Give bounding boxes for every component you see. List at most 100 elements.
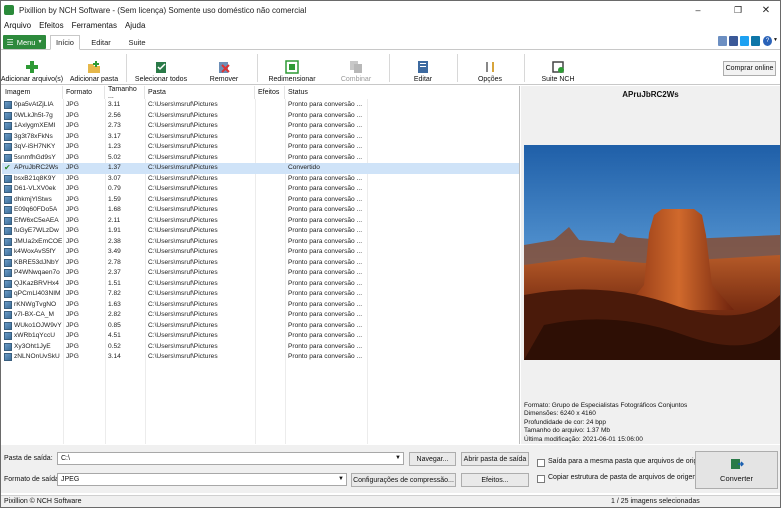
table-row[interactable]: v7l-BX-CA_M JPG 2.82 C:\Users\msruf\Picture… [2, 310, 519, 321]
edit-button[interactable]: Editar [406, 52, 440, 84]
table-row[interactable]: fuGyE7WLzDw JPG 1.91 C:\Users\msruf\Picture… [2, 226, 519, 237]
cell-size: 3.17 [108, 132, 121, 140]
close-button[interactable]: ✕ [751, 1, 780, 19]
menu-arquivo[interactable]: Arquivo [4, 21, 31, 30]
table-row[interactable]: xWRb1qYccU JPG 4.51 C:\Users\msruf\Pictures… [2, 331, 519, 342]
table-row[interactable]: 3qV-iSH7NKY JPG 1.23 C:\Users\msruf\Picture… [2, 142, 519, 153]
table-row[interactable]: ✔ APruJbRC2Ws JPG 1.37 C:\Users\msruf\Pictur… [2, 163, 519, 174]
output-folder-input[interactable]: C:\ ▼ [57, 452, 404, 465]
image-file-icon [4, 279, 12, 288]
table-row[interactable]: rKNWgTvgNO JPG 1.63 C:\Users\msruf\Pictures… [2, 300, 519, 311]
table-row[interactable]: P4WNwqaen7o JPG 2.37 C:\Users\msruf\Picture… [2, 268, 519, 279]
table-row[interactable]: JMUa2xEmCOE JPG 2.38 C:\Users\msruf\Picture… [2, 237, 519, 248]
table-row[interactable]: EfW6xC5eAEA JPG 2.11 C:\Users\msruf\Picture… [2, 216, 519, 227]
table-row[interactable]: 0WLkJh5t-7g JPG 2.56 C:\Users\msruf\Picture… [2, 111, 519, 122]
toolbar: Adicionar arquivo(s) Adicionar pasta Sel… [1, 50, 780, 85]
window-title: Pixillion by NCH Software - (Sem licença… [19, 5, 307, 15]
info-last-modified: Última modificação: 2021-06-01 15:06:00 [524, 435, 643, 443]
same-folder-checkbox[interactable] [537, 459, 545, 467]
cell-format: JPG [66, 216, 79, 224]
menu-efeitos[interactable]: Efeitos [39, 21, 63, 30]
cell-name: qPCmLl403NIM [14, 290, 61, 297]
cell-folder: C:\Users\msruf\Pictures [148, 216, 218, 224]
cell-size: 0.79 [108, 185, 121, 192]
cell-status: Pronto para conversão ... [288, 237, 363, 245]
convert-button[interactable]: Converter [695, 451, 778, 489]
cell-folder: C:\Users\msruf\Pictures [148, 174, 218, 182]
column-header-effects[interactable]: Efeitos [255, 86, 285, 99]
table-row[interactable]: 5snmfhGd9sY JPG 5.02 C:\Users\msruf\Picture… [2, 153, 519, 164]
cell-name: 1AxlygmXEMI [14, 122, 56, 129]
like-icon[interactable] [718, 36, 727, 46]
cell-name: D61-VLXV0ek [14, 185, 56, 192]
table-row[interactable]: KBRE53dJNbY JPG 2.78 C:\Users\msruf\Picture… [2, 258, 519, 269]
twitter-icon[interactable] [740, 36, 749, 46]
linkedin-icon[interactable] [751, 36, 760, 46]
combine-icon [349, 60, 363, 74]
column-header-folder[interactable]: Pasta [145, 86, 255, 99]
open-output-folder-button[interactable]: Abrir pasta de saída [461, 452, 529, 466]
column-header-size[interactable]: Tamanho ... [105, 86, 145, 100]
cell-format: JPG [66, 321, 79, 329]
table-row[interactable]: k4WoxAvS5fY JPG 3.49 C:\Users\msruf\Picture… [2, 247, 519, 258]
suite-icon [551, 60, 565, 74]
cell-status: Pronto para conversão ... [288, 227, 363, 234]
menu-bar: Arquivo Efeitos Ferramentas Ajuda [1, 19, 780, 32]
cell-status: Pronto para conversão ... [288, 122, 363, 129]
chevron-down-icon[interactable]: ▼ [773, 37, 778, 43]
column-header-image[interactable]: Imagem [2, 86, 63, 99]
options-label: Opções [477, 76, 503, 83]
options-button[interactable]: Opções [473, 52, 507, 84]
menu-ferramentas[interactable]: Ferramentas [72, 21, 117, 30]
tab-suite[interactable]: Suite [122, 35, 152, 50]
effects-button[interactable]: Efeitos... [461, 473, 529, 487]
chevron-down-icon: ▼ [338, 476, 344, 482]
remove-button[interactable]: Remover [206, 52, 242, 84]
folder-add-icon [87, 60, 101, 74]
tab-editar[interactable]: Editar [86, 35, 116, 50]
chevron-down-icon[interactable]: ▼ [395, 455, 401, 461]
add-file-button[interactable]: Adicionar arquivo(s) [1, 52, 63, 84]
table-row[interactable]: 1AxlygmXEMI JPG 2.73 C:\Users\msruf\Picture… [2, 121, 519, 132]
column-header-status[interactable]: Status [285, 86, 519, 99]
cell-folder: C:\Users\msruf\Pictures [148, 101, 218, 108]
cell-format: JPG [66, 237, 79, 245]
table-row[interactable]: qPCmLl403NIM JPG 7.82 C:\Users\msruf\Pictur… [2, 289, 519, 300]
column-header-format[interactable]: Formato [63, 86, 105, 99]
browse-button[interactable]: Navegar... [409, 452, 456, 466]
table-row[interactable]: 0pa5vAtZjLIA JPG 3.11 C:\Users\msruf\Pictur… [2, 100, 519, 111]
table-row[interactable]: dhkmjYlStws JPG 1.59 C:\Users\msruf\Picture… [2, 195, 519, 206]
menu-ajuda[interactable]: Ajuda [125, 21, 145, 30]
minimize-button[interactable]: – [683, 1, 713, 19]
table-row[interactable]: bsxB21q8K9Y JPG 3.07 C:\Users\msruf\Picture… [2, 174, 519, 185]
facebook-icon[interactable] [729, 36, 738, 46]
cell-name: Xy3Oht1JyE [14, 342, 51, 350]
cell-format: JPG [66, 311, 79, 318]
table-row[interactable]: 3g3t78xFkNs JPG 3.17 C:\Users\msruf\Picture… [2, 132, 519, 143]
cell-format: JPG [66, 122, 79, 129]
resize-button[interactable]: Redimensionar [268, 52, 316, 84]
buy-online-button[interactable]: Comprar online [723, 61, 776, 76]
tab-inicio[interactable]: Início [50, 35, 80, 50]
cell-status: Pronto para conversão ... [288, 132, 363, 140]
help-icon[interactable]: ? [763, 36, 772, 46]
copy-structure-checkbox[interactable] [537, 475, 545, 483]
table-row[interactable]: QJKazBRVHx4 JPG 1.51 C:\Users\msruf\Picture… [2, 279, 519, 290]
output-format-select[interactable]: JPEG ▼ [57, 473, 347, 486]
cell-format: JPG [66, 101, 79, 108]
add-folder-button[interactable]: Adicionar pasta [69, 52, 119, 84]
maximize-button[interactable]: ❐ [723, 1, 753, 19]
nch-suite-button[interactable]: Suite NCH [539, 52, 577, 84]
compression-settings-button[interactable]: Configurações de compressão... [351, 473, 456, 487]
select-all-button[interactable]: Selecionar todos [135, 52, 187, 84]
toolbar-separator [126, 54, 127, 82]
combine-button[interactable]: Combinar [334, 52, 378, 84]
table-row[interactable]: Xy3Oht1JyE JPG 0.52 C:\Users\msruf\Pictures… [2, 342, 519, 353]
cell-format: JPG [66, 185, 79, 192]
app-window: Pixillion by NCH Software - (Sem licença… [0, 0, 781, 508]
table-row[interactable]: D61-VLXV0ek JPG 0.79 C:\Users\msruf\Picture… [2, 184, 519, 195]
table-row[interactable]: E09q60FDo5A JPG 1.68 C:\Users\msruf\Picture… [2, 205, 519, 216]
table-row[interactable]: WUko1OJW9vY JPG 0.85 C:\Users\msruf\Picture… [2, 321, 519, 332]
menu-button[interactable]: ☰ Menu ▼ [3, 35, 46, 49]
table-row[interactable]: zNLNOnUvSkU JPG 3.14 C:\Users\msruf\Picture… [2, 352, 519, 363]
